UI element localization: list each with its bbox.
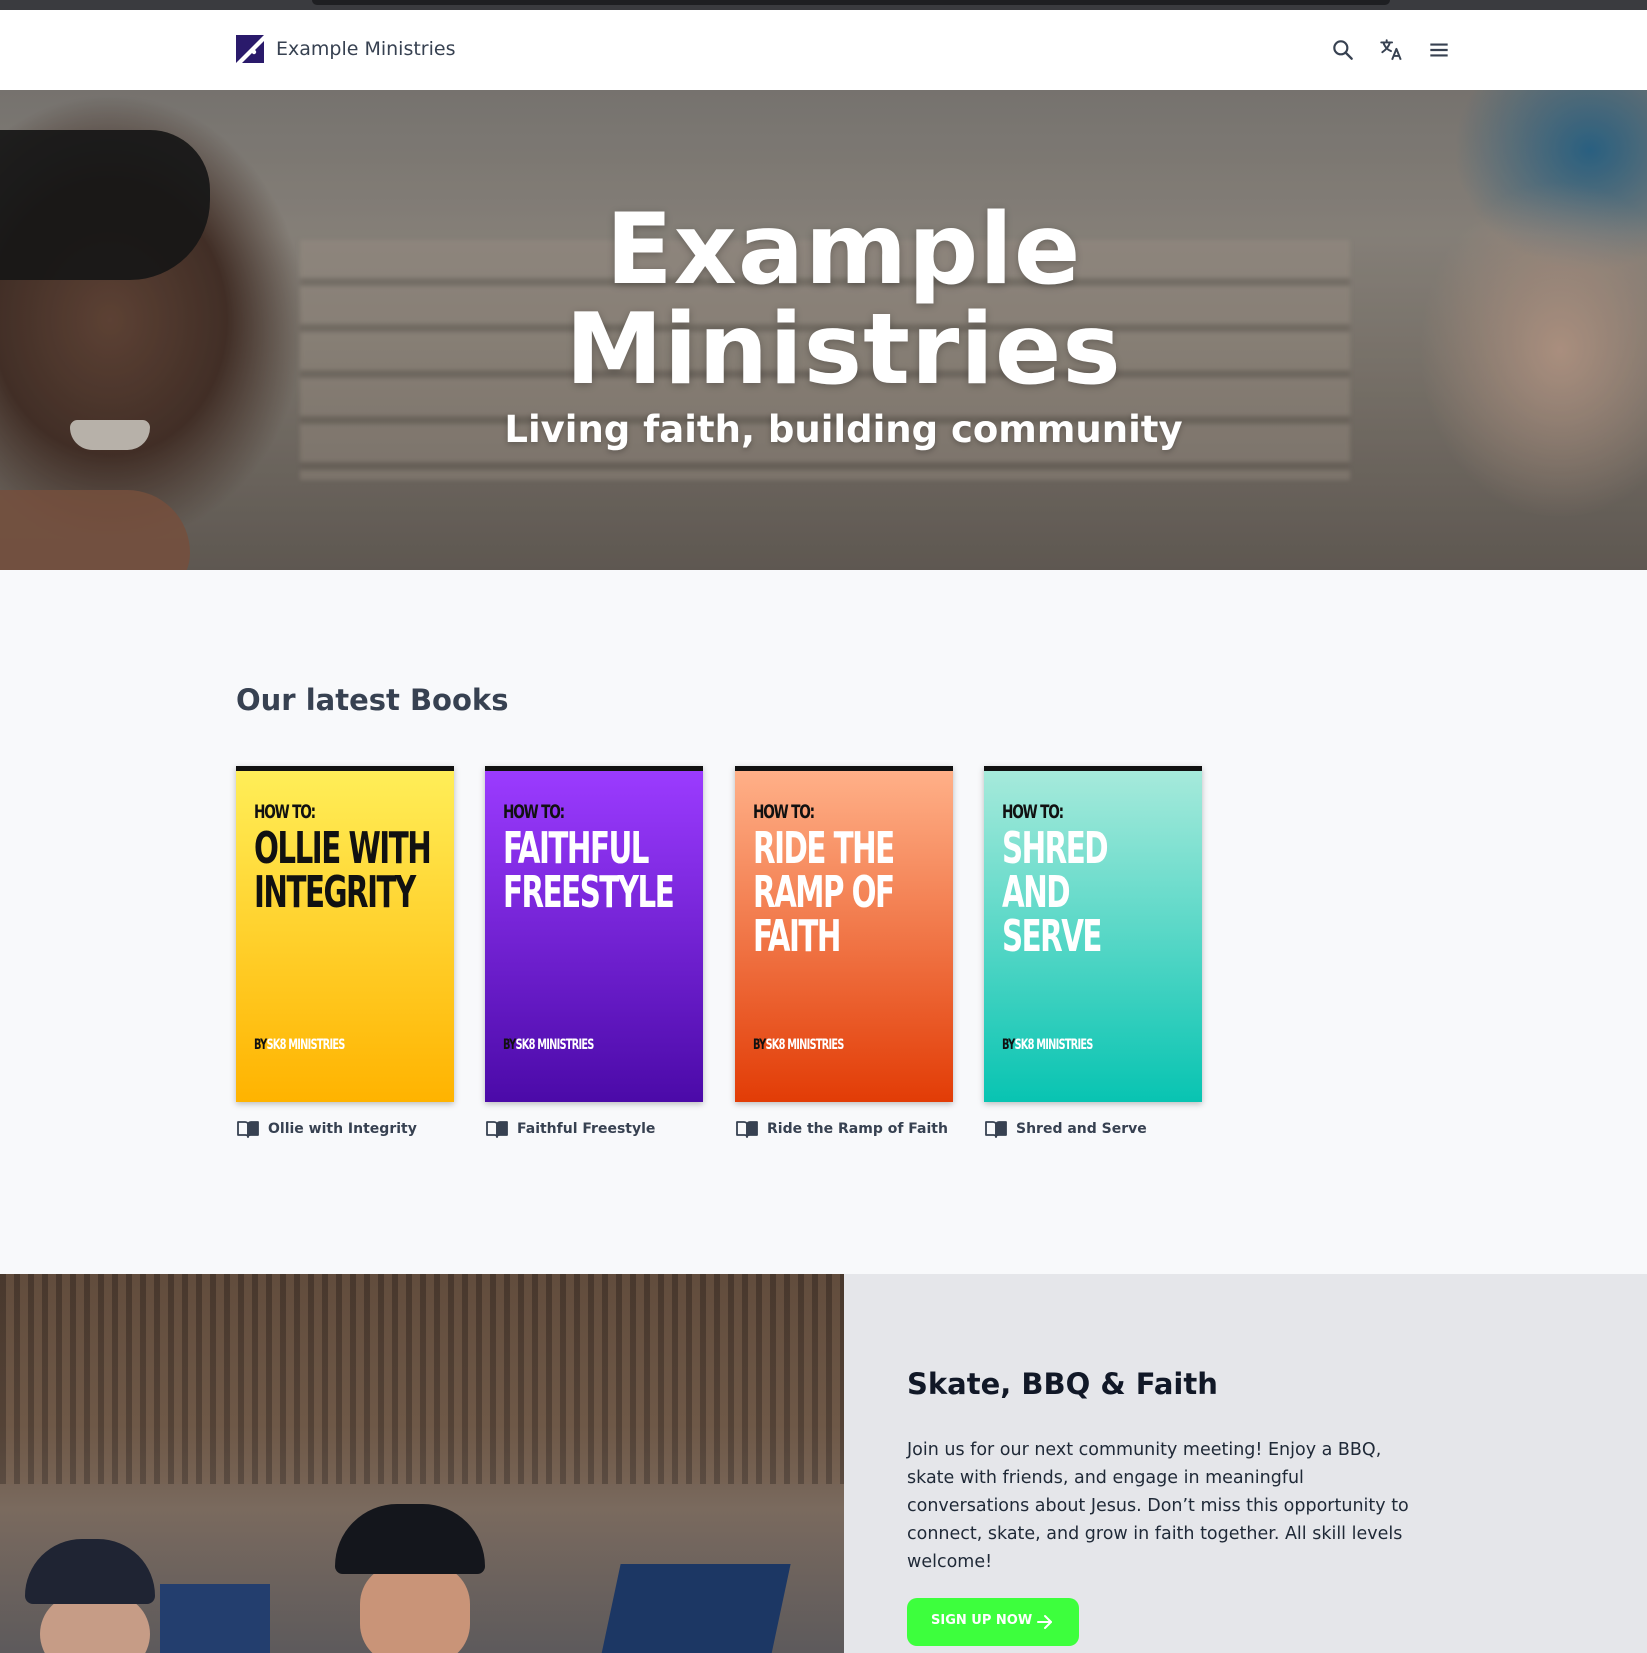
book-open-icon — [237, 1121, 259, 1138]
book-title-link[interactable]: Ollie with Integrity — [268, 1120, 417, 1138]
book-cover-howto: HOW TO: — [1002, 801, 1064, 823]
site-brand[interactable]: Example Ministries — [276, 36, 456, 62]
book-cover[interactable]: HOW TO: OLLIE WITH INTEGRITY BYSK8 MINISTRI… — [236, 766, 454, 1102]
book-cover-title: RIDE THE RAMP OF FAITH — [753, 827, 931, 959]
book-cover-by: BY — [753, 1037, 766, 1053]
book-cover-title-line: FAITHFUL — [503, 823, 649, 874]
book-title-link[interactable]: Faithful Freestyle — [517, 1120, 655, 1138]
book-cover-howto: HOW TO: — [503, 801, 565, 823]
sign-up-button-label: SIGN UP NOW — [931, 1613, 1033, 1628]
book-cover-publisher: SK8 MINISTRIES — [266, 1037, 345, 1053]
latest-books-section: Our latest Books HOW TO: OLLIE WITH INTEGR… — [0, 570, 1647, 1274]
book-cover-title-line: INTEGRITY — [254, 867, 416, 918]
event-section: Skate, BBQ & Faith Join us for our next … — [0, 1274, 1647, 1653]
book-cover-title-line: FREESTYLE — [503, 867, 675, 918]
book-cover-title: SHRED AND SERVE — [1002, 827, 1180, 959]
menu-icon[interactable] — [1426, 37, 1452, 63]
event-photo-person — [360, 1564, 470, 1653]
books-section-title: Our latest Books — [236, 683, 509, 717]
book-card[interactable]: HOW TO: FAITHFUL FREESTYLE BYSK8 MINISTRIES… — [485, 766, 703, 1138]
book-cover-howto: HOW TO: — [254, 801, 316, 823]
book-cover-publisher: SK8 MINISTRIES — [765, 1037, 844, 1053]
site-header: Example Ministries — [0, 10, 1647, 90]
book-card[interactable]: HOW TO: RIDE THE RAMP OF FAITH BYSK8 MINISTR… — [735, 766, 953, 1138]
book-title-link[interactable]: Shred and Serve — [1016, 1120, 1147, 1138]
hero-banner: Example Ministries Living faith, buildin… — [0, 90, 1647, 570]
book-open-icon — [985, 1121, 1007, 1138]
book-cover-title-line: RIDE THE — [753, 823, 895, 874]
book-cover-title-line: SERVE — [1002, 911, 1102, 962]
book-card[interactable]: HOW TO: OLLIE WITH INTEGRITY BYSK8 MINISTRI… — [236, 766, 454, 1138]
browser-top-strip-inner — [312, 0, 1390, 5]
book-card[interactable]: HOW TO: SHRED AND SERVE BYSK8 MINISTRIES Shr… — [984, 766, 1202, 1138]
event-photo-cap — [335, 1504, 485, 1574]
event-photo-chair — [160, 1584, 270, 1653]
book-cover-title-line: SHRED AND — [1002, 823, 1109, 918]
book-cover-byline: BYSK8 MINISTRIES — [1002, 1037, 1093, 1053]
hero-title-line2: Ministries — [565, 293, 1122, 407]
arrow-right-icon — [1037, 1615, 1052, 1629]
event-info-panel: Skate, BBQ & Faith Join us for our next … — [844, 1274, 1647, 1653]
book-open-icon — [736, 1121, 758, 1138]
book-cover[interactable]: HOW TO: SHRED AND SERVE BYSK8 MINISTRIES — [984, 766, 1202, 1102]
event-photo-chair — [599, 1564, 791, 1653]
sign-up-button[interactable]: SIGN UP NOW — [907, 1598, 1079, 1646]
book-open-icon — [486, 1121, 508, 1138]
hero-title: Example Ministries — [0, 200, 1647, 400]
book-cover-title-line: OLLIE WITH — [254, 823, 432, 874]
search-icon[interactable] — [1330, 37, 1356, 63]
book-cover-by: BY — [254, 1037, 267, 1053]
book-cover-byline: BYSK8 MINISTRIES — [254, 1037, 345, 1053]
event-description: Join us for our next community meeting! … — [907, 1440, 1409, 1572]
hero-title-line1: Example — [605, 193, 1082, 307]
browser-top-strip — [0, 0, 1647, 10]
book-cover-byline: BYSK8 MINISTRIES — [503, 1037, 594, 1053]
book-cover-publisher: SK8 MINISTRIES — [515, 1037, 594, 1053]
book-cover-by: BY — [1002, 1037, 1015, 1053]
event-title: Skate, BBQ & Faith — [907, 1367, 1218, 1401]
book-cover-byline: BYSK8 MINISTRIES — [753, 1037, 844, 1053]
book-cover-title: FAITHFUL FREESTYLE — [503, 827, 681, 915]
book-title-link[interactable]: Ride the Ramp of Faith — [767, 1120, 948, 1138]
book-cover-howto: HOW TO: — [753, 801, 815, 823]
book-cover-title: OLLIE WITH INTEGRITY — [254, 827, 432, 915]
hero-subtitle: Living faith, building community — [504, 408, 1183, 451]
event-photo-cap — [25, 1539, 155, 1604]
book-cover-by: BY — [503, 1037, 516, 1053]
book-cover[interactable]: HOW TO: RIDE THE RAMP OF FAITH BYSK8 MINISTR… — [735, 766, 953, 1102]
book-cover[interactable]: HOW TO: FAITHFUL FREESTYLE BYSK8 MINISTRIES — [485, 766, 703, 1102]
book-cover-title-line: RAMP OF — [753, 867, 895, 918]
book-cover-title-line: FAITH — [753, 911, 841, 962]
event-photo-foliage — [0, 1274, 844, 1484]
book-cover-publisher: SK8 MINISTRIES — [1014, 1037, 1093, 1053]
event-photo — [0, 1274, 844, 1653]
translate-icon[interactable] — [1378, 37, 1404, 63]
ministry-logo[interactable] — [236, 35, 264, 63]
